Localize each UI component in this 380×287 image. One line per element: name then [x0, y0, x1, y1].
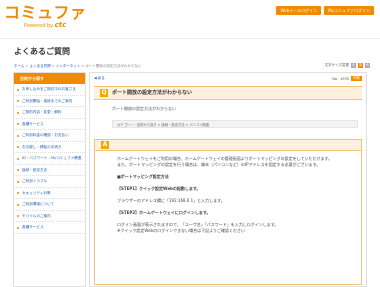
webmail-login-button[interactable]: Webメールログイン	[276, 6, 322, 15]
my-commufa-login-button[interactable]: Myコミュファログイン	[324, 6, 374, 15]
sidebar-item[interactable]: モバイルのご案内	[14, 211, 85, 222]
sidebar-item[interactable]: ご契約内容・変更・解約	[14, 107, 85, 119]
font-size-medium-button[interactable]: 中	[358, 63, 363, 68]
a-icon: A	[101, 141, 109, 149]
logo-sub-brand: ctc	[54, 21, 67, 29]
step1-heading: 【STEP1】クイック設定Webの起動します。	[117, 186, 201, 191]
sidebar-heading: 目的から探す	[14, 73, 85, 84]
step1-text: ブラウザーのアドレス欄に「192.168.0.1」と入力します。	[117, 198, 225, 203]
sidebar-item[interactable]: ご利用料金の確認・お支払い	[14, 130, 85, 142]
answer-box: A ホームゲートウェイをご利用の場合、ホームゲートウェイの管理画面よりポートマッ…	[94, 139, 362, 285]
logo-text: コミュファ	[4, 3, 87, 22]
faq-main: ◀ 戻る No. 1935 印刷 Q ポート開放の設定方法がわからない ポート開…	[89, 72, 367, 287]
faq-number-row: No. 1935 印刷	[332, 76, 362, 81]
sidebar-item[interactable]: 接続・設定方法	[14, 165, 85, 176]
faq-number-value: 1935	[340, 76, 349, 81]
question-title: ポート開放の設定方法がわからない	[112, 90, 193, 96]
font-size-label: 文字サイズ変更	[324, 63, 349, 67]
font-size-small-button[interactable]: 小	[351, 63, 356, 68]
breadcrumb-home[interactable]: ホーム	[14, 64, 24, 68]
faq-number-label: No.	[332, 76, 339, 81]
answer-header: A	[95, 140, 361, 151]
logo-sub-prefix: Powered by	[24, 23, 53, 29]
sidebar-item[interactable]: 各種サービス	[14, 119, 85, 130]
site-header: コミュファ Powered by ctc Webメールログイン Myコミュファロ…	[0, 0, 380, 38]
sidebar-item[interactable]: 各種サービス	[14, 222, 85, 234]
question-text: ポート開放の設定方法がわからない	[112, 106, 176, 111]
sidebar: 目的から探す お申し込みをご検討中のお客さま ご利用開始・接続までのご案内 ご契…	[13, 72, 86, 287]
breadcrumb-internet[interactable]: インターネット	[56, 64, 81, 68]
step2-heading: 【STEP2】ホームゲートウェイにログインします。	[117, 210, 211, 215]
page-title: よくあるご質問	[14, 47, 70, 56]
breadcrumb-faq[interactable]: よくある質問	[30, 64, 51, 68]
header-buttons: Webメールログイン Myコミュファログイン	[276, 6, 374, 15]
sidebar-item[interactable]: ご利用トラブル	[14, 176, 85, 188]
question-header: Q ポート開放の設定方法がわからない	[94, 86, 362, 100]
back-link[interactable]: ◀ 戻る	[94, 76, 105, 81]
sidebar-item[interactable]: ご利用開始・接続までのご案内	[14, 96, 85, 107]
logo-sub: Powered by ctc	[24, 21, 87, 30]
title-bar: よくあるご質問	[0, 38, 380, 63]
sidebar-item[interactable]: ご利用環境について	[14, 199, 85, 211]
breadcrumb: ホーム > よくある質問 > インターネット > ポート開放の設定方法がわからな…	[14, 64, 141, 69]
answer-body: ホームゲートウェイをご利用の場合、ホームゲートウェイの管理画面よりポートマッピン…	[117, 156, 349, 240]
commufa-logo[interactable]: コミュファ Powered by ctc	[4, 3, 87, 30]
font-size-switcher: 文字サイズ変更 小 中 大	[325, 63, 370, 68]
sidebar-item[interactable]: お申し込みをご検討中のお客さま	[14, 84, 85, 96]
font-size-large-button[interactable]: 大	[365, 63, 370, 68]
sidebar-item[interactable]: ID・パスワード・Myコミュファ関連	[14, 153, 85, 165]
sidebar-item[interactable]: お引越し・移転の手続き	[14, 142, 85, 153]
sidebar-item[interactable]: セキュリティ対策	[14, 188, 85, 199]
answer-note: ※クイック設定Webのログインできない場合は下記よりご確認ください	[117, 228, 245, 233]
category-path: カテゴリー：目的から探す > 接続・設定方法 > パソコン関連	[112, 120, 358, 128]
answer-section-heading: ■ポートマッピング設定方法	[117, 174, 169, 179]
print-button[interactable]: 印刷	[351, 76, 362, 81]
answer-intro-2: また、ポートマッピングの設定を行う場合は、端末（パソコンなど）のIPアドレスを固…	[117, 162, 321, 167]
breadcrumb-current: ポート開放の設定方法がわからない	[85, 64, 142, 68]
q-icon: Q	[100, 88, 108, 97]
